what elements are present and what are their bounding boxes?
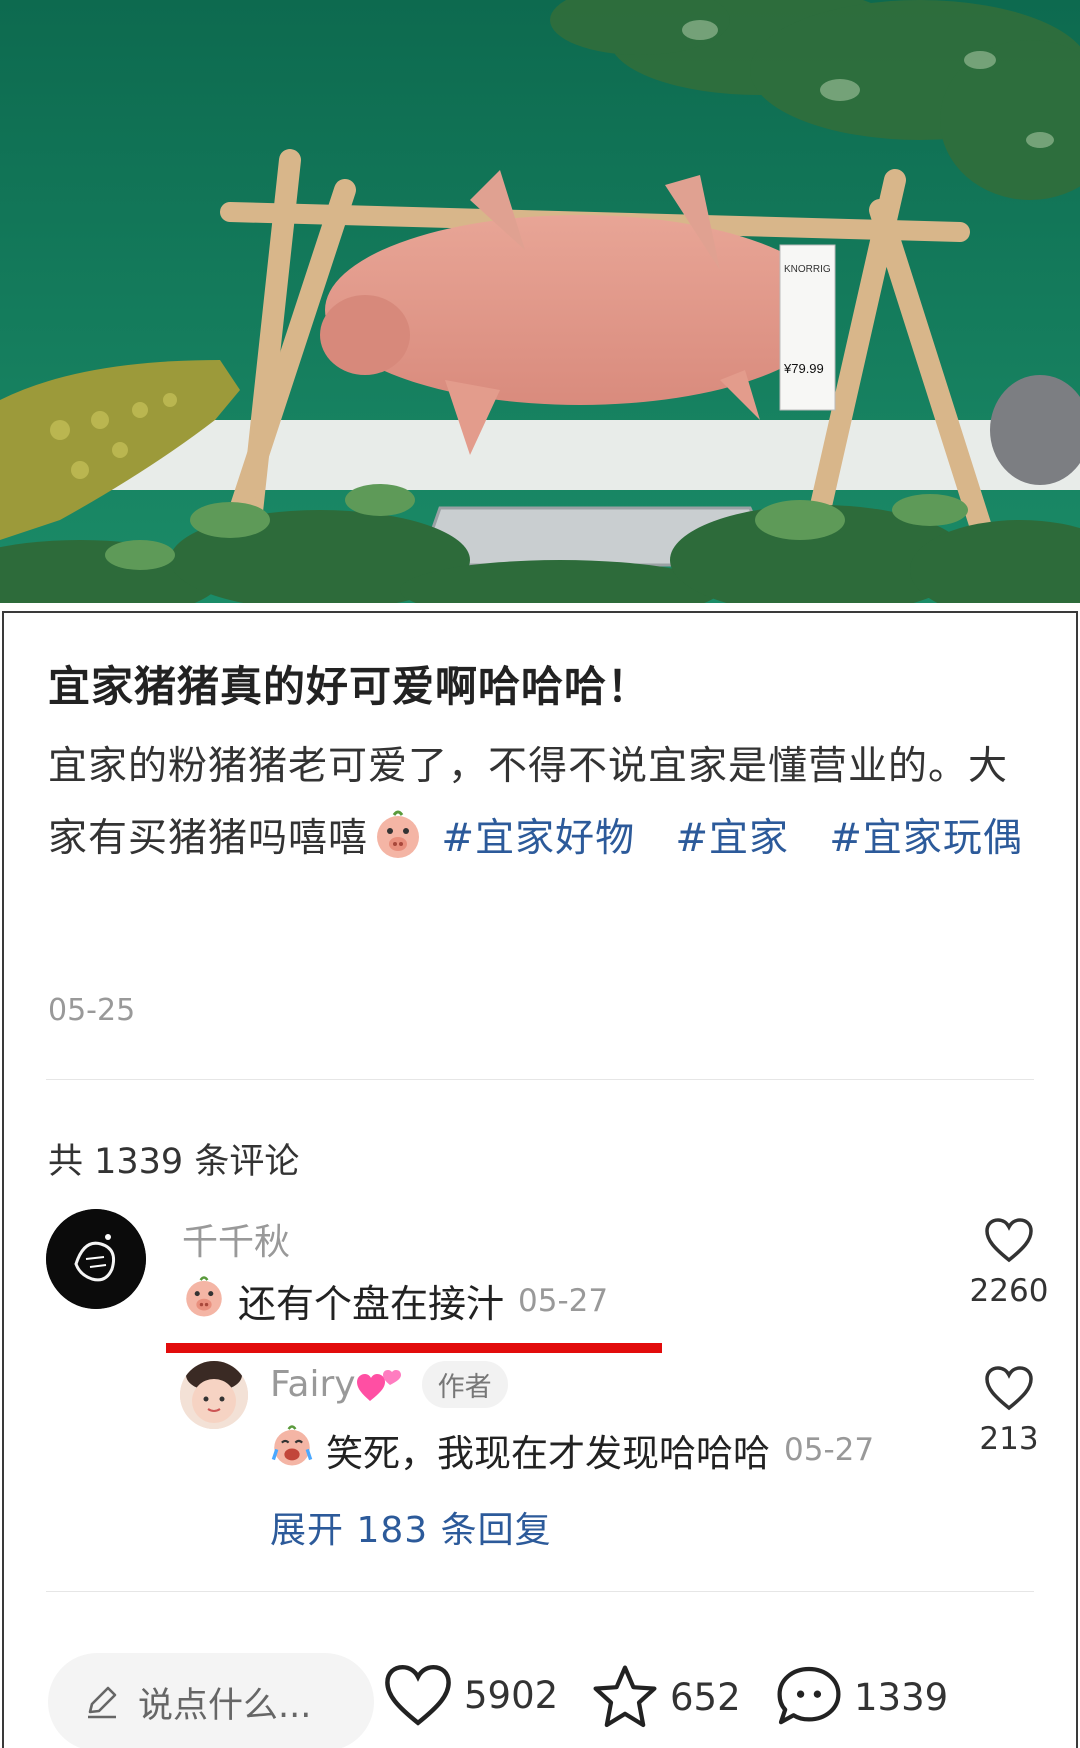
post-date: 05-25 xyxy=(48,993,136,1028)
comment-username[interactable]: 千千秋 xyxy=(182,1213,290,1265)
reply-text: 笑死，我现在才发现哈哈哈 05-27 xyxy=(270,1423,874,1477)
price-tag-price: ¥79.99 xyxy=(783,361,824,376)
comment-input-placeholder: 说点什么... xyxy=(138,1685,312,1726)
post-body: 宜家的粉猪猪老可爱了，不得不说宜家是懂营业的。大家有买猪猪吗嘻嘻 #宜家好物 #… xyxy=(48,731,1038,875)
like-button[interactable]: 5902 xyxy=(382,1663,558,1727)
reply-body: 笑死，我现在才发现哈哈哈 xyxy=(326,1432,770,1475)
post-card: 宜家猪猪真的好可爱啊哈哈哈！ 宜家的粉猪猪老可爱了，不得不说宜家是懂营业的。大家… xyxy=(2,611,1078,1748)
comments-count: 1339 xyxy=(854,1675,949,1719)
comment-count: 共 1339 条评论 xyxy=(48,1142,300,1182)
expand-replies-link[interactable]: 展开 183 条回复 xyxy=(270,1501,552,1553)
post-title: 宜家猪猪真的好可爱啊哈哈哈！ xyxy=(48,662,651,711)
comment-body: 还有个盘在接汁 xyxy=(238,1282,505,1326)
pencil-icon xyxy=(88,1686,117,1719)
favorite-count: 652 xyxy=(670,1675,741,1719)
hashtag-link[interactable]: #宜家玩偶 xyxy=(829,816,1023,861)
reply-date: 05-27 xyxy=(784,1432,875,1468)
comment-bubble-icon xyxy=(777,1666,841,1725)
like-count: 5902 xyxy=(464,1673,559,1717)
reply-like-button[interactable]: 213 xyxy=(964,1365,1054,1457)
comment-input[interactable]: 说点什么... xyxy=(48,1653,374,1748)
divider xyxy=(46,1079,1034,1080)
hearts-emoji-icon xyxy=(356,1369,401,1401)
hashtag-link[interactable]: #宜家 xyxy=(675,816,789,861)
comments-button[interactable]: 1339 xyxy=(774,1663,948,1731)
post-photo[interactable]: KNORRIG ¥79.99 xyxy=(0,0,1080,603)
heart-icon xyxy=(385,1664,451,1726)
divider xyxy=(46,1591,1034,1592)
comment-date: 05-27 xyxy=(518,1282,609,1319)
avatar[interactable] xyxy=(180,1361,248,1429)
pig-emoji-icon xyxy=(372,809,424,861)
heart-icon xyxy=(985,1218,1033,1263)
favorite-button[interactable]: 652 xyxy=(590,1663,741,1731)
reply-like-count: 213 xyxy=(979,1421,1039,1457)
price-tag-brand: KNORRIG xyxy=(784,264,831,275)
star-icon xyxy=(593,1665,657,1728)
red-underline-annotation xyxy=(166,1343,662,1353)
price-tag: KNORRIG ¥79.99 xyxy=(779,244,836,411)
avatar[interactable] xyxy=(46,1209,146,1309)
author-badge: 作者 xyxy=(421,1361,508,1408)
heart-icon xyxy=(985,1366,1033,1411)
laughing-pig-emoji-icon xyxy=(270,1424,322,1476)
comment-like-count: 2260 xyxy=(969,1273,1049,1309)
comment-text: 还有个盘在接汁 05-27 xyxy=(182,1273,608,1328)
reply-username: Fairy 作者 xyxy=(270,1361,508,1408)
comment-like-button[interactable]: 2260 xyxy=(964,1217,1054,1309)
pig-emoji-icon xyxy=(182,1275,234,1327)
reply-username-text[interactable]: Fairy xyxy=(270,1364,356,1405)
hashtag-link[interactable]: #宜家好物 xyxy=(441,816,635,861)
